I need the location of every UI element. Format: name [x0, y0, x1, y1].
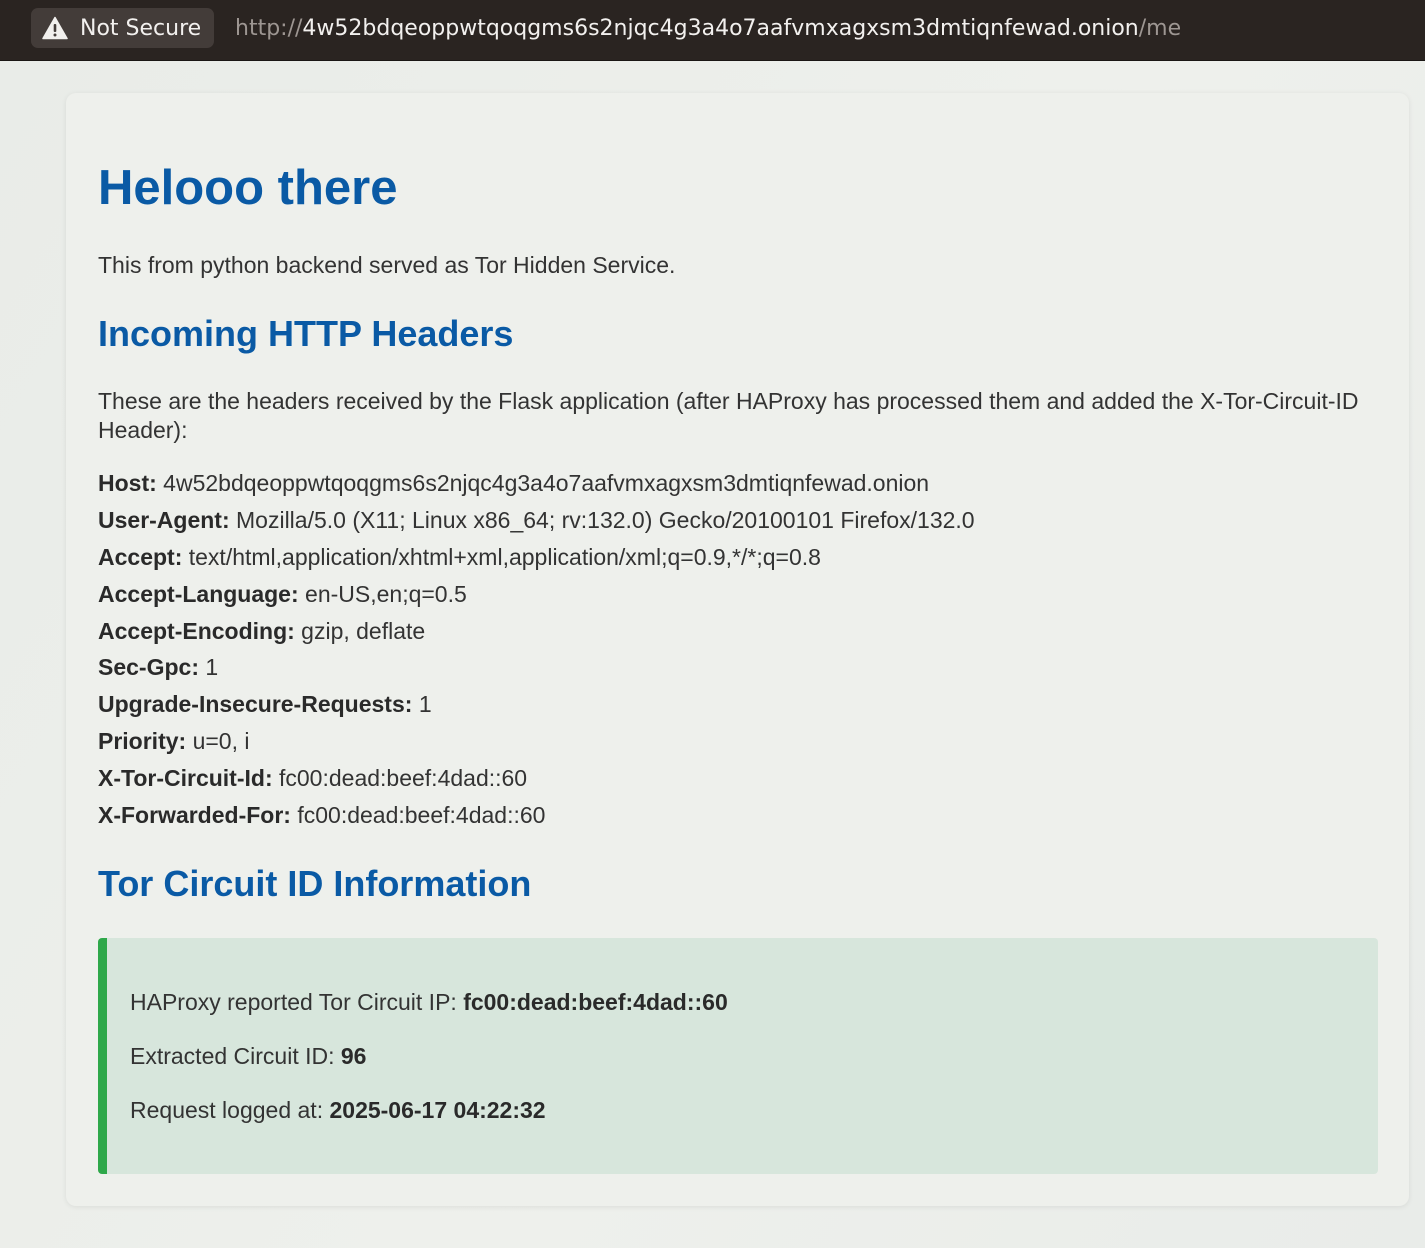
- circuit-info-box: HAProxy reported Tor Circuit IP: fc00:de…: [98, 938, 1378, 1174]
- url-scheme: http://: [235, 16, 303, 41]
- header-row: X-Tor-Circuit-Id: fc00:dead:beef:4dad::6…: [98, 764, 975, 801]
- header-value: 1: [205, 654, 219, 681]
- header-name: X-Tor-Circuit-Id:: [98, 765, 273, 792]
- intro-text: This from python backend served as Tor H…: [98, 252, 676, 278]
- security-indicator[interactable]: Not Secure: [31, 8, 215, 48]
- circuit-id-value: 96: [340, 1043, 367, 1069]
- header-value: en-US,en;q=0.5: [305, 580, 467, 607]
- page-title: Helooo there: [98, 161, 398, 215]
- url-field[interactable]: http://4w52bdqeoppwtqoqgms6s2njqc4g3a4o7…: [235, 14, 1181, 44]
- header-row: Sec-Gpc: 1: [98, 653, 975, 690]
- header-row: X-Forwarded-For: fc00:dead:beef:4dad::60: [98, 801, 975, 838]
- circuit-ip-line: HAProxy reported Tor Circuit IP: fc00:de…: [130, 988, 728, 1016]
- header-name: Accept-Encoding:: [98, 617, 295, 644]
- header-value: gzip, deflate: [301, 617, 426, 644]
- header-row: Host: 4w52bdqeoppwtqoqgms6s2njqc4g3a4o7a…: [98, 469, 975, 506]
- circuit-ip-value: fc00:dead:beef:4dad::60: [463, 989, 728, 1015]
- header-value: fc00:dead:beef:4dad::60: [279, 765, 528, 792]
- headers-heading: Incoming HTTP Headers: [98, 313, 514, 354]
- header-value: text/html,application/xhtml+xml,applicat…: [188, 543, 821, 570]
- logged-at-value: 2025-06-17 04:22:32: [329, 1097, 546, 1123]
- security-label: Not Secure: [80, 15, 202, 41]
- header-name: Host:: [98, 470, 157, 496]
- header-name: Upgrade-Insecure-Requests:: [98, 691, 413, 718]
- address-bar[interactable]: Not Secure http://4w52bdqeoppwtqoqgms6s2…: [0, 0, 1425, 61]
- url-host: 4w52bdqeoppwtqoqgms6s2njqc4g3a4o7aafvmxa…: [302, 16, 1139, 41]
- headers-description: These are the headers received by the Fl…: [98, 388, 1359, 443]
- circuit-id-label: Extracted Circuit ID:: [130, 1043, 335, 1069]
- url-path: /me: [1138, 16, 1182, 41]
- page-viewport: Helooo there This from python backend se…: [0, 61, 1425, 1248]
- header-row: Accept: text/html,application/xhtml+xml,…: [98, 543, 975, 580]
- header-name: Accept:: [98, 543, 183, 570]
- header-name: X-Forwarded-For:: [98, 802, 291, 829]
- header-row: Upgrade-Insecure-Requests: 1: [98, 690, 975, 727]
- warning-triangle-icon: [42, 16, 68, 40]
- header-value: 1: [418, 691, 432, 718]
- header-value: fc00:dead:beef:4dad::60: [297, 802, 546, 829]
- header-name: Accept-Language:: [98, 580, 299, 607]
- header-row: User-Agent: Mozilla/5.0 (X11; Linux x86_…: [98, 506, 975, 543]
- headers-list: Host: 4w52bdqeoppwtqoqgms6s2njqc4g3a4o7a…: [98, 469, 975, 838]
- circuit-ip-label: HAProxy reported Tor Circuit IP:: [130, 989, 457, 1015]
- header-name: Priority:: [98, 728, 187, 755]
- header-name: User-Agent:: [98, 506, 230, 533]
- header-row: Priority: u=0, i: [98, 727, 975, 764]
- content-card: Helooo there This from python backend se…: [66, 93, 1409, 1206]
- circuit-heading: Tor Circuit ID Information: [98, 863, 532, 904]
- logged-at-label: Request logged at:: [130, 1097, 324, 1123]
- header-row: Accept-Language: en-US,en;q=0.5: [98, 580, 975, 617]
- circuit-id-line: Extracted Circuit ID: 96: [130, 1042, 366, 1070]
- header-value: 4w52bdqeoppwtqoqgms6s2njqc4g3a4o7aafvmxa…: [163, 470, 930, 496]
- header-name: Sec-Gpc:: [98, 654, 199, 681]
- logged-at-line: Request logged at: 2025-06-17 04:22:32: [130, 1096, 546, 1124]
- header-value: u=0, i: [192, 728, 250, 755]
- header-row: Accept-Encoding: gzip, deflate: [98, 617, 975, 654]
- header-value: Mozilla/5.0 (X11; Linux x86_64; rv:132.0…: [236, 506, 975, 533]
